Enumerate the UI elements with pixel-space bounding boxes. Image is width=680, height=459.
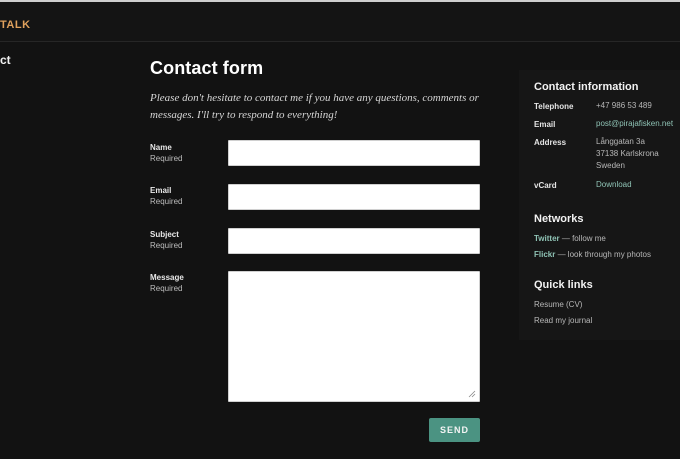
- email-input[interactable]: [228, 184, 480, 210]
- intro-text: Please don't hesitate to contact me if y…: [150, 92, 479, 121]
- address-line-3: Sweden: [596, 161, 625, 170]
- email-info-label: Email: [534, 120, 556, 129]
- name-label: Name Required: [150, 142, 182, 164]
- subject-required: Required: [150, 241, 183, 250]
- page-title: Contact form: [150, 58, 264, 78]
- telephone-value: +47 986 53 489: [596, 101, 652, 110]
- email-link[interactable]: post@pirajafisken.net: [596, 118, 673, 130]
- network-item-flickr: Flickr — look through my photos: [534, 250, 651, 259]
- subject-label: Subject Required: [150, 229, 182, 251]
- network-item-twitter: Twitter — follow me: [534, 234, 606, 243]
- message-label: Message Required: [150, 272, 184, 294]
- journal-link[interactable]: Read my journal: [534, 316, 592, 325]
- site-logo[interactable]: TALK: [0, 19, 31, 31]
- email-required: Required: [150, 197, 183, 206]
- site-header: TALK: [0, 2, 680, 42]
- address-line-2: 37138 Karlskrona: [596, 149, 659, 158]
- email-label-text: Email: [150, 186, 172, 195]
- address-label: Address: [534, 138, 567, 147]
- subject-label-text: Subject: [150, 230, 179, 239]
- vcard-download-link[interactable]: Download: [596, 179, 632, 191]
- address-line-1: Långgatan 3a: [596, 137, 645, 146]
- nav-item-contact[interactable]: ct: [0, 53, 11, 67]
- twitter-link[interactable]: Twitter: [534, 234, 560, 243]
- resume-link[interactable]: Resume (CV): [534, 300, 582, 309]
- name-required: Required: [150, 154, 183, 163]
- name-label-text: Name: [150, 143, 172, 152]
- twitter-desc: — follow me: [559, 234, 606, 243]
- telephone-label: Telephone: [534, 102, 574, 111]
- message-label-text: Message: [150, 273, 184, 282]
- message-textarea[interactable]: [228, 271, 480, 402]
- quick-links-heading: Quick links: [534, 279, 593, 291]
- name-input[interactable]: [228, 140, 480, 166]
- flickr-desc: — look through my photos: [555, 250, 651, 259]
- subject-input[interactable]: [228, 228, 480, 254]
- vcard-label: vCard: [534, 181, 557, 190]
- flickr-link[interactable]: Flickr: [534, 250, 555, 259]
- resize-handle-icon[interactable]: [468, 390, 476, 398]
- message-required: Required: [150, 284, 183, 293]
- sidebar: Contact information Telephone +47 986 53…: [519, 70, 680, 340]
- contact-info-heading: Contact information: [534, 81, 639, 93]
- networks-heading: Networks: [534, 213, 584, 225]
- contact-form-section: Contact form Please don't hesitate to co…: [150, 58, 490, 124]
- email-label: Email Required: [150, 185, 182, 207]
- send-button[interactable]: SEND: [429, 418, 480, 442]
